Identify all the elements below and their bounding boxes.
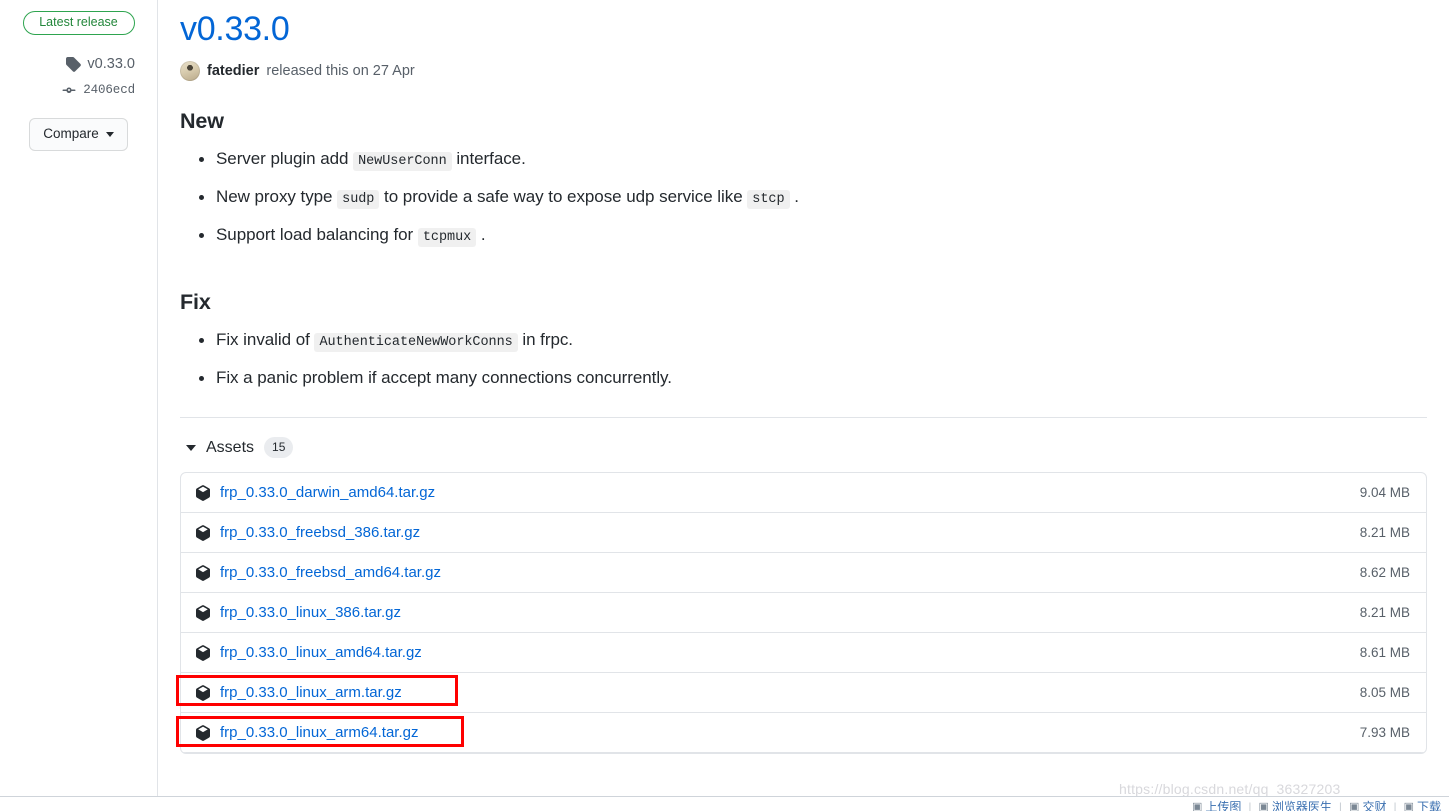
asset-row[interactable]: frp_0.33.0_linux_arm.tar.gz 8.05 MB	[181, 673, 1426, 713]
assets-list: frp_0.33.0_darwin_amd64.tar.gz 9.04 MB frp…	[180, 472, 1427, 754]
section-heading-new: New	[180, 109, 224, 133]
release-title[interactable]: v0.33.0	[180, 10, 290, 48]
asset-download-link[interactable]: frp_0.33.0_linux_amd64.tar.gz	[220, 644, 422, 661]
avatar	[180, 61, 200, 81]
release-tag-label: v0.33.0	[87, 56, 135, 72]
asset-download-link[interactable]: frp_0.33.0_linux_386.tar.gz	[220, 604, 401, 621]
asset-row[interactable]: frp_0.33.0_freebsd_amd64.tar.gz 8.62 MB	[181, 553, 1426, 593]
taskbar-separator: |	[1338, 799, 1343, 811]
taskbar-item[interactable]: ▣ 浏览器医生	[1258, 798, 1331, 811]
asset-size: 8.21 MB	[1359, 525, 1410, 540]
release-notes-fix: Fix invalid of AuthenticateNewWorkConns …	[174, 329, 1433, 389]
asset-row-main: frp_0.33.0_freebsd_386.tar.gz	[195, 524, 420, 541]
asset-download-link[interactable]: frp_0.33.0_darwin_amd64.tar.gz	[220, 484, 435, 501]
release-note-item: Fix a panic problem if accept many conne…	[199, 367, 1433, 389]
asset-size: 8.62 MB	[1359, 565, 1410, 580]
asset-row[interactable]: frp_0.33.0_freebsd_386.tar.gz 8.21 MB	[181, 513, 1426, 553]
tag-icon	[65, 56, 82, 72]
asset-row[interactable]: frp_0.33.0_darwin_amd64.tar.gz 9.04 MB	[181, 473, 1426, 513]
compare-button[interactable]: Compare	[29, 118, 128, 151]
watermark-url: https://blog.csdn.net/qq_36327203	[1119, 781, 1341, 797]
release-note-item: Fix invalid of AuthenticateNewWorkConns …	[199, 329, 1433, 354]
release-meta: v0.33.0 2406ecd	[0, 55, 157, 99]
asset-download-link[interactable]: frp_0.33.0_linux_arm.tar.gz	[220, 684, 402, 701]
package-icon	[195, 524, 211, 541]
picture-icon: ▣	[1191, 801, 1203, 811]
release-content: v0.33.0 fatedier released this on 27 Apr…	[158, 0, 1449, 811]
content-divider	[180, 417, 1427, 418]
asset-size: 8.21 MB	[1359, 605, 1410, 620]
section-heading-fix: Fix	[180, 290, 211, 314]
inline-code: NewUserConn	[353, 152, 452, 171]
package-icon	[195, 604, 211, 621]
release-tag[interactable]: v0.33.0	[0, 55, 135, 73]
asset-size: 9.04 MB	[1359, 485, 1410, 500]
compare-button-wrap: Compare	[0, 118, 157, 151]
asset-row-main: frp_0.33.0_linux_386.tar.gz	[195, 604, 401, 621]
compare-button-label: Compare	[43, 126, 99, 141]
download-icon: ▣	[1403, 801, 1414, 811]
taskbar-item[interactable]: ▣ 交财	[1349, 798, 1386, 811]
release-note-item: Support load balancing for tcpmux .	[199, 224, 1433, 249]
commit-icon	[61, 82, 77, 98]
asset-size: 8.05 MB	[1359, 685, 1410, 700]
taskbar-item-label: 下载	[1416, 800, 1441, 811]
asset-row[interactable]: frp_0.33.0_linux_386.tar.gz 8.21 MB	[181, 593, 1426, 633]
package-icon	[195, 724, 211, 741]
inline-code: stcp	[747, 190, 790, 209]
release-note-item: New proxy type sudp to provide a safe wa…	[199, 186, 1433, 211]
taskbar-separator: |	[1248, 799, 1252, 811]
asset-download-link[interactable]: frp_0.33.0_freebsd_amd64.tar.gz	[220, 564, 441, 581]
release-note-item: Server plugin add NewUserConn interface.	[199, 148, 1433, 173]
taskbar-separator: |	[1393, 799, 1397, 811]
inline-code: AuthenticateNewWorkConns	[314, 333, 518, 352]
asset-row-main: frp_0.33.0_linux_arm64.tar.gz	[195, 724, 418, 741]
asset-row-main: frp_0.33.0_darwin_amd64.tar.gz	[195, 484, 435, 501]
chevron-down-icon	[105, 131, 114, 137]
asset-row-main: frp_0.33.0_freebsd_amd64.tar.gz	[195, 564, 441, 581]
browser-taskbar: ▣ 上传图 | ▣ 浏览器医生 | ▣ 交财 | ▣ 下载	[0, 796, 1449, 811]
asset-download-link[interactable]: frp_0.33.0_freebsd_386.tar.gz	[220, 524, 420, 541]
asset-row[interactable]: frp_0.33.0_linux_amd64.tar.gz 8.61 MB	[181, 633, 1426, 673]
triangle-down-icon	[186, 444, 196, 451]
taskbar-item-label: 交财	[1362, 800, 1387, 811]
asset-download-link[interactable]: frp_0.33.0_linux_arm64.tar.gz	[220, 724, 418, 741]
taskbar-item-label: 上传图	[1205, 800, 1242, 811]
inline-code: sudp	[337, 190, 380, 209]
video-icon: ▣	[1349, 801, 1360, 811]
package-icon	[195, 644, 211, 661]
asset-size: 7.93 MB	[1359, 725, 1410, 740]
package-icon	[195, 684, 211, 701]
latest-release-badge: Latest release	[22, 11, 135, 35]
assets-toggle[interactable]: Assets 15	[186, 437, 294, 458]
asset-row[interactable]: frp_0.33.0_linux_arm64.tar.gz 7.93 MB	[181, 713, 1426, 753]
asset-size: 8.61 MB	[1359, 645, 1410, 660]
release-sidebar: Latest release v0.33.0 2406ecd Compare	[0, 0, 158, 811]
inline-code: tcpmux	[417, 228, 477, 247]
release-notes-new: Server plugin add NewUserConn interface.…	[174, 148, 1433, 249]
release-page: Latest release v0.33.0 2406ecd Compare v…	[0, 0, 1449, 811]
taskbar-item-label: 浏览器医生	[1271, 800, 1332, 811]
asset-row-main: frp_0.33.0_linux_arm.tar.gz	[195, 684, 402, 701]
package-icon	[195, 564, 211, 581]
release-author[interactable]: fatedier	[207, 63, 259, 79]
package-icon	[195, 484, 211, 501]
release-byline: fatedier released this on 27 Apr	[180, 60, 1433, 82]
browser-icon: ▣	[1258, 801, 1269, 811]
asset-row-main: frp_0.33.0_linux_amd64.tar.gz	[195, 644, 422, 661]
assets-label: Assets	[206, 438, 255, 456]
release-commit[interactable]: 2406ecd	[0, 81, 135, 99]
taskbar-item[interactable]: ▣ 上传图	[1192, 798, 1241, 811]
release-commit-sha: 2406ecd	[83, 83, 135, 97]
assets-count-badge: 15	[264, 437, 294, 458]
taskbar-item[interactable]: ▣ 下载	[1404, 798, 1441, 811]
release-byline-text: released this on 27 Apr	[266, 63, 415, 79]
